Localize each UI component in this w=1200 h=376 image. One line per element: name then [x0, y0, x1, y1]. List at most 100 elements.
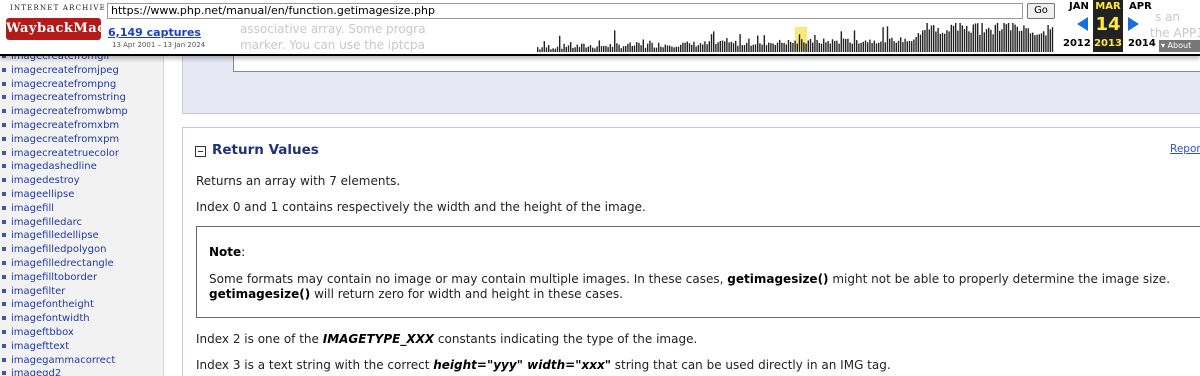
- sparkline-bar: [787, 40, 790, 52]
- sidebar-item-link[interactable]: imagefilltoborder: [11, 272, 97, 283]
- sidebar-item[interactable]: imagegd2: [0, 367, 128, 376]
- sparkline-bar: [772, 43, 774, 52]
- paragraph-text: Index 3 is a text string with the correc…: [196, 358, 434, 372]
- sparkline-bar: [636, 42, 638, 52]
- sparkline-bar: [831, 39, 834, 52]
- sidebar-item[interactable]: imagefilledrectangle: [0, 257, 128, 271]
- sidebar-item-link[interactable]: imagefill: [11, 203, 54, 214]
- note-text: will return zero for width and height in…: [310, 287, 623, 301]
- sidebar-item[interactable]: imagecreatefromxbm: [0, 119, 128, 133]
- sparkline-bar: [741, 45, 743, 52]
- sidebar-item-link[interactable]: imagefilledellipse: [11, 230, 99, 241]
- sparkline-bar: [598, 40, 600, 52]
- sidebar-item-link[interactable]: imagefontwidth: [11, 313, 90, 324]
- bullet-icon: [2, 81, 6, 86]
- sidebar-item-link[interactable]: imagecreatefromgif: [11, 56, 110, 62]
- year-next-label[interactable]: 2014: [1128, 38, 1156, 49]
- sidebar-item-link[interactable]: imagecreatefromxpm: [11, 134, 119, 145]
- sidebar-item[interactable]: imagedashedline: [0, 160, 128, 174]
- sparkline-bar: [889, 38, 891, 52]
- sidebar-item[interactable]: imagefilter: [0, 285, 128, 299]
- sparkline-bar: [820, 43, 823, 52]
- collapse-toggle-icon[interactable]: [195, 146, 206, 157]
- sidebar-item-link[interactable]: imagedestroy: [11, 175, 80, 186]
- sparkline-bar: [803, 42, 805, 52]
- sparkline-bar: [968, 31, 970, 52]
- month-prev-label[interactable]: JAN: [1069, 1, 1089, 12]
- prev-capture-arrow-icon[interactable]: [1077, 17, 1088, 31]
- sidebar-item-link[interactable]: imagefttext: [11, 341, 69, 352]
- sidebar-item[interactable]: imagecreatefromgif: [0, 56, 128, 64]
- sparkline-bar: [851, 43, 853, 52]
- next-capture-arrow-icon[interactable]: [1128, 17, 1139, 31]
- sidebar-item[interactable]: imagefill: [0, 202, 128, 216]
- sparkline-bar: [941, 32, 944, 52]
- sidebar-item[interactable]: imagefilltoborder: [0, 271, 128, 285]
- sparkline-bar: [816, 39, 818, 52]
- url-input[interactable]: https://www.php.net/manual/en/function.g…: [107, 3, 1023, 19]
- sidebar-item[interactable]: imagefontwidth: [0, 312, 128, 326]
- sidebar-item-link[interactable]: imagefilledarc: [11, 217, 82, 228]
- sidebar-item-link[interactable]: imagegd2: [11, 368, 61, 376]
- sidebar-item-link[interactable]: imagedashedline: [11, 161, 97, 172]
- sidebar-item[interactable]: imagefttext: [0, 340, 128, 354]
- logo-wordmark: WaybackMachine: [6, 18, 139, 40]
- go-button[interactable]: Go: [1027, 3, 1055, 19]
- sparkline-bar: [957, 30, 959, 52]
- report-link[interactable]: Report: [1170, 143, 1200, 155]
- sidebar-item[interactable]: imagefontheight: [0, 298, 128, 312]
- sparkline-bar: [754, 44, 757, 52]
- sparkline-bar: [695, 46, 697, 52]
- sidebar-item-link[interactable]: imagecreatefromxbm: [11, 120, 119, 131]
- about-button[interactable]: ▾ About: [1159, 40, 1200, 52]
- sparkline-bar: [878, 42, 880, 52]
- sparkline-bar: [581, 43, 583, 52]
- sidebar-item-link[interactable]: imagecreatefromjpeg: [11, 65, 119, 76]
- sidebar-item[interactable]: imagecreatetruecolor: [0, 147, 128, 161]
- sidebar-item[interactable]: imageellipse: [0, 188, 128, 202]
- sidebar-item[interactable]: imagefilledpolygon: [0, 243, 128, 257]
- current-date-box: MAR 14 2013: [1093, 0, 1123, 52]
- sidebar-item-link[interactable]: imagecreatefrompng: [11, 79, 116, 90]
- bullet-icon: [2, 56, 6, 58]
- sidebar-item[interactable]: imagecreatefrompng: [0, 78, 128, 92]
- wayback-logo[interactable]: INTERNET ARCHIVE WaybackMachine: [2, 3, 139, 51]
- sidebar-item[interactable]: imagegammacorrect: [0, 354, 128, 368]
- captures-link[interactable]: 6,149 captures: [108, 26, 201, 39]
- sidebar-item[interactable]: imagecreatefromstring: [0, 91, 128, 105]
- sparkline-bar: [743, 45, 746, 52]
- sparkline-bar: [807, 40, 809, 52]
- sidebar-item-link[interactable]: imagefontheight: [11, 299, 94, 310]
- sparkline-bar: [647, 43, 649, 52]
- sparkline-bar: [556, 46, 559, 52]
- sidebar-item-link[interactable]: imagecreatefromstring: [11, 92, 126, 103]
- sidebar-item-link[interactable]: imageftbbox: [11, 327, 74, 338]
- sparkline-bar: [618, 44, 620, 52]
- sidebar-item-link[interactable]: imagefilledpolygon: [11, 244, 106, 255]
- sidebar-item[interactable]: imagefilledarc: [0, 216, 128, 230]
- bullet-icon: [2, 302, 6, 307]
- sidebar-item[interactable]: imagecreatefromwbmp: [0, 105, 128, 119]
- sidebar-item-link[interactable]: imagefilledrectangle: [11, 258, 114, 269]
- sidebar-item-link[interactable]: imagefilter: [11, 286, 65, 297]
- sidebar-item[interactable]: imagecreatefromjpeg: [0, 64, 128, 78]
- month-next-label[interactable]: APR: [1129, 1, 1152, 12]
- sidebar-item-link[interactable]: imagegammacorrect: [11, 355, 115, 366]
- sidebar-item[interactable]: imagefilledellipse: [0, 229, 128, 243]
- note-text: Some formats may contain no image or may…: [209, 272, 728, 286]
- sparkline-bar: [961, 25, 963, 52]
- sparkline-bar: [708, 41, 710, 52]
- sparkline-bar: [812, 42, 814, 52]
- sidebar-item[interactable]: imagedestroy: [0, 174, 128, 188]
- sidebar-item-link[interactable]: imagecreatefromwbmp: [11, 106, 128, 117]
- return-values-section: Return Values Report Returns an array wi…: [182, 127, 1200, 376]
- paragraph-text: constants indicating the type of the ima…: [434, 332, 698, 346]
- bullet-icon: [2, 329, 6, 334]
- sidebar-item-link[interactable]: imageellipse: [11, 189, 74, 200]
- sparkline-bar: [792, 43, 794, 52]
- sidebar-item[interactable]: imageftbbox: [0, 326, 128, 340]
- sidebar-item[interactable]: imagecreatefromxpm: [0, 133, 128, 147]
- capture-sparkline[interactable]: [427, 21, 1054, 52]
- sidebar-item-link[interactable]: imagecreatetruecolor: [11, 148, 119, 159]
- year-prev-label[interactable]: 2012: [1063, 38, 1091, 49]
